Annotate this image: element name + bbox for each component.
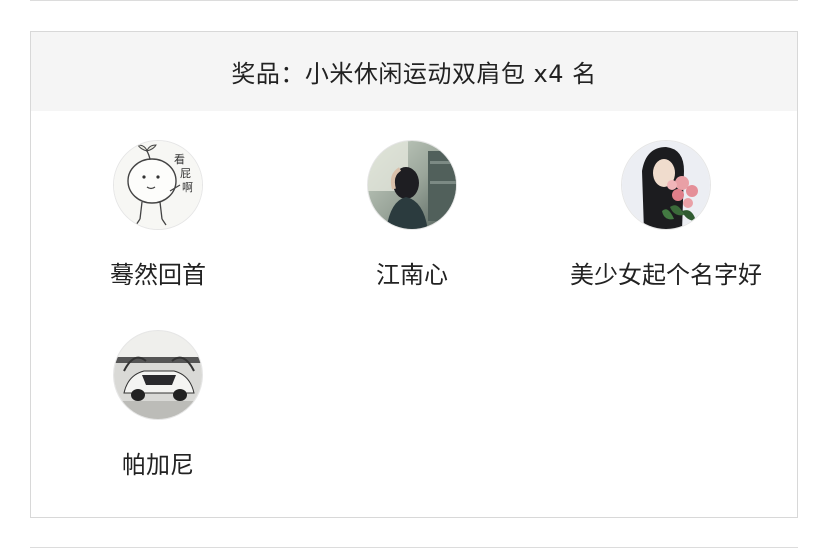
- winners-grid: 看 屁 啊 蓦然回首 江南心 美少女起个名字好 帕加尼: [31, 111, 797, 517]
- winner-item[interactable]: 帕加尼: [31, 330, 285, 480]
- winner-item[interactable]: 江南心: [285, 140, 539, 290]
- prize-title: 奖品：小米休闲运动双肩包 x4 名: [31, 32, 797, 111]
- svg-text:屁: 屁: [180, 167, 191, 180]
- bottom-divider: [30, 547, 798, 548]
- winner-name: 帕加尼: [122, 451, 194, 479]
- prize-card: 奖品：小米休闲运动双肩包 x4 名 看 屁 啊 蓦然回首 江南心 美少女起个名字…: [30, 31, 798, 518]
- doodle-avatar-icon[interactable]: 看 屁 啊: [113, 140, 203, 230]
- winner-name: 江南心: [376, 261, 448, 289]
- svg-text:啊: 啊: [182, 181, 193, 194]
- winner-name: 蓦然回首: [110, 261, 206, 289]
- girl-roses-avatar-icon[interactable]: [621, 140, 711, 230]
- girl-photo-avatar-icon[interactable]: [367, 140, 457, 230]
- winner-item[interactable]: 看 屁 啊 蓦然回首: [31, 140, 285, 290]
- winner-item[interactable]: 美少女起个名字好: [539, 140, 793, 290]
- top-divider: [30, 0, 798, 1]
- svg-text:看: 看: [174, 152, 185, 166]
- winner-name: 美少女起个名字好: [570, 261, 762, 289]
- supercar-avatar-icon[interactable]: [113, 330, 203, 420]
